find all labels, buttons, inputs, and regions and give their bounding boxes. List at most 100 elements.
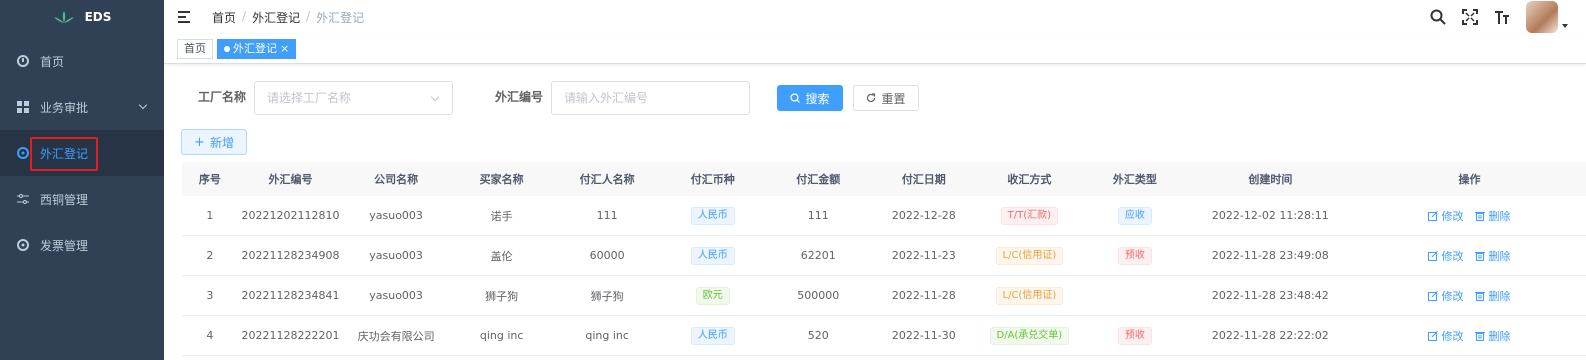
cell-amount: 520 [807,329,829,342]
cell-method: T/T(汇款) [977,196,1083,235]
cell-created: 2022-12-02 11:28:11 [1211,209,1329,222]
edit-label: 修改 [1441,249,1464,263]
cell-buyer: 盖伦 [490,249,513,263]
cell-type: 应收 [1082,196,1188,235]
cell-currency: 欧元 [660,276,766,315]
table-header: 序号 外汇编号 公司名称 买家名称 付汇人名称 付汇币种 付汇金额 付汇日期 收… [182,162,1586,196]
edit-button[interactable]: 修改 [1428,248,1463,264]
cell-fx-number: 20221202112810 [241,209,340,222]
cell-method: L/C(信用证) [977,236,1083,275]
sidebar-item-home[interactable]: 首页 [0,38,164,84]
fx-table: 序号 外汇编号 公司名称 买家名称 付汇人名称 付汇币种 付汇金额 付汇日期 收… [182,162,1586,356]
cell-actions: 修改 删除 [1353,196,1586,235]
edit-label: 修改 [1441,329,1464,343]
reset-button[interactable]: 重置 [853,85,919,111]
factory-name-label: 工厂名称 [198,90,247,104]
factory-placeholder: 请选择工厂名称 [267,91,352,105]
column-header: 序号 [198,173,221,186]
search-icon[interactable] [1430,9,1446,25]
breadcrumb-separator: / [242,8,247,23]
cell-index: 3 [206,289,214,302]
active-dot-icon [224,45,230,52]
breadcrumb-home[interactable]: 首页 [212,9,236,26]
cell-actions: 修改 删除 [1353,236,1586,275]
edit-label: 修改 [1441,289,1464,303]
sidebar-item-approval[interactable]: 业务审批 [0,84,164,130]
table-row: 3 20221128234841 yasuo003 狮子狗 狮子狗 欧元 500… [182,276,1586,316]
delete-button[interactable]: 删除 [1475,328,1510,344]
cell-currency: 人民币 [660,236,766,275]
main-content: 工厂名称 请选择工厂名称 外汇编号 请输入外汇编号 搜索 重置 + 新增 序号 … [164,64,1586,360]
cell-payer: 狮子狗 [590,289,624,303]
trash-icon [1475,211,1486,221]
table-row: 2 20221128234908 yasuo003 盖伦 60000 人民币 6… [182,236,1586,276]
table-row: 4 20221128222201 庆功会有限公司 qing inc qing i… [182,316,1586,356]
edit-button[interactable]: 修改 [1428,328,1463,344]
cell-amount: 500000 [797,289,840,302]
chevron-down-icon [430,92,440,102]
hamburger-icon[interactable] [178,11,192,23]
caret-down-icon[interactable] [1562,24,1568,28]
edit-icon [1428,210,1439,221]
cell-payer: qing inc [585,329,629,342]
edit-icon [1428,290,1439,301]
delete-button[interactable]: 删除 [1475,288,1510,304]
delete-button[interactable]: 删除 [1475,248,1510,264]
cell-buyer: 诺手 [490,209,513,223]
tag-fx-register[interactable]: 外汇登记 × [217,38,297,59]
cell-index: 1 [206,209,214,222]
search-button[interactable]: 搜索 [777,85,843,111]
delete-label: 删除 [1488,249,1511,263]
tag-home[interactable]: 首页 [177,38,213,59]
dashboard-icon [16,54,30,68]
highlight-annotation-box [30,137,98,171]
cell-fx-number: 20221128222201 [241,329,340,342]
currency-tag: 欧元 [695,286,730,305]
factory-name-select[interactable]: 请选择工厂名称 [254,81,453,115]
delete-label: 删除 [1488,329,1511,343]
cell-date: 2022-11-23 [891,249,956,262]
reset-button-label: 重置 [881,91,906,106]
cell-created: 2022-11-28 23:48:42 [1211,289,1329,302]
type-tag: 预收 [1117,246,1152,265]
tag-label: 外汇登记 [233,41,277,55]
edit-button[interactable]: 修改 [1428,288,1463,304]
font-size-icon[interactable] [1494,9,1510,25]
cell-actions: 修改 删除 [1353,316,1586,355]
avatar[interactable] [1526,1,1558,33]
trash-icon [1475,291,1486,301]
method-tag: T/T(汇款) [1000,206,1059,225]
cell-buyer: qing inc [479,329,524,342]
close-icon[interactable]: × [280,40,289,58]
cell-amount: 111 [807,209,829,222]
fx-number-label: 外汇编号 [495,90,544,104]
method-tag: L/C(信用证) [995,246,1064,265]
cell-amount: 62201 [800,249,836,262]
cell-type: 预收 [1082,236,1188,275]
cell-company: yasuo003 [369,289,423,302]
cell-created: 2022-11-28 23:49:08 [1211,249,1329,262]
column-header: 买家名称 [479,173,524,186]
sidebar-item-label: 首页 [40,54,65,69]
fullscreen-icon[interactable] [1462,9,1478,25]
edit-button[interactable]: 修改 [1428,208,1463,224]
currency-tag: 人民币 [690,246,735,265]
logo[interactable]: EDS [0,0,164,34]
cell-method: L/C(信用证) [977,276,1083,315]
logo-text: EDS [84,10,112,24]
table-body: 1 20221202112810 yasuo003 诺手 111 人民币 111… [182,196,1586,356]
search-button-label: 搜索 [805,91,830,106]
sidebar: EDS 首页 业务审批 外汇登记 西铜管理 发票管理 [0,0,164,360]
sidebar-item-contract[interactable]: 西铜管理 [0,176,164,222]
cell-date: 2022-11-28 [891,289,956,302]
column-header: 付汇金额 [796,173,841,186]
column-header: 付汇人名称 [579,173,635,186]
fx-number-input[interactable]: 请输入外汇编号 [551,81,750,115]
sidebar-item-invoice[interactable]: 发票管理 [0,222,164,268]
cell-date: 2022-12-28 [891,209,956,222]
add-button[interactable]: + 新增 [181,129,247,155]
delete-button[interactable]: 删除 [1475,208,1510,224]
cell-index: 2 [206,249,214,262]
tags-view: 首页 外汇登记 × [164,34,1586,64]
column-header: 付汇币种 [690,173,735,186]
